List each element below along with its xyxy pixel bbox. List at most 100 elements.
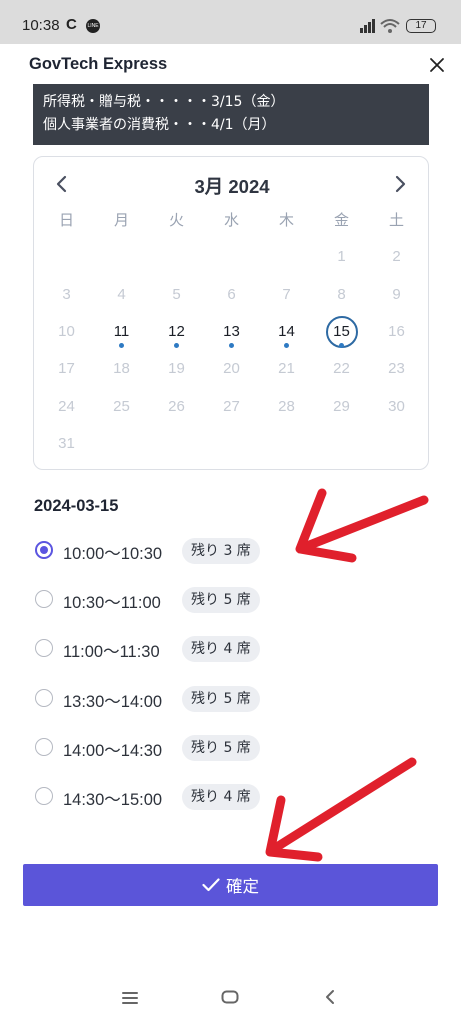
calendar-day-number: 22	[333, 360, 350, 378]
calendar-day-number: 24	[58, 397, 75, 415]
check-icon	[202, 878, 220, 892]
status-bar: 10:38 C LINE 17	[0, 0, 461, 44]
availability-dot-icon	[119, 343, 124, 349]
calendar-month-title: 3月 2024	[194, 176, 270, 197]
calendar-day-number: 28	[278, 397, 295, 415]
radio-unchecked-icon[interactable]	[35, 688, 53, 707]
calendar-day: 31	[39, 425, 94, 462]
remaining-seats-badge: 残り 5 席	[182, 734, 260, 761]
calendar-day-number: 5	[172, 285, 181, 303]
calendar-day: 30	[369, 387, 424, 424]
calendar-day: 27	[204, 387, 259, 424]
remaining-seats-badge: 残り 5 席	[182, 587, 260, 614]
calendar-day: 16	[369, 313, 424, 350]
weekday-header: 月	[113, 211, 129, 230]
time-slot-label: 13:30〜14:00	[63, 692, 163, 711]
weekday-header: 水	[223, 211, 239, 230]
calendar-day-number: 14	[278, 323, 295, 341]
remaining-seats-badge: 残り 4 席	[182, 636, 260, 663]
time-slot-label: 10:30〜11:00	[63, 594, 161, 613]
availability-dot-icon	[229, 343, 234, 349]
time-slot-label: 14:00〜14:30	[63, 741, 163, 760]
calendar-day: 20	[204, 350, 259, 387]
system-nav-bar	[0, 972, 461, 1024]
time-slot-option[interactable]: 13:30〜14:00 残り 5 席	[34, 684, 294, 714]
calendar-day-number: 30	[388, 397, 405, 415]
calendar-grid: 日月火水木金土 1 2 3 4 5 6 7 8 9 10 11 12 13 14 15 16 17 18 19 20 21…	[39, 201, 425, 462]
calendar-day-number: 21	[278, 360, 295, 378]
calendar-day: 8	[314, 276, 369, 313]
calendar-day: 28	[259, 387, 314, 424]
calendar-day-number: 11	[113, 323, 130, 341]
calendar-day-number: 13	[223, 323, 240, 341]
calendar-day: 18	[94, 350, 149, 387]
time-slot-option[interactable]: 11:00〜11:30 残り 4 席	[34, 634, 294, 664]
calendar-day-number: 4	[117, 285, 126, 303]
calendar-day-number: 12	[168, 323, 185, 341]
calendar-day-selected[interactable]: 15	[314, 313, 369, 350]
calendar: 3月 2024 日月火水木金土 1 2 3 4 5 6 7 8 9 10 11 12 13 14 15 16 17…	[33, 156, 429, 470]
calendar-day[interactable]: 14	[259, 313, 314, 350]
calendar-day[interactable]: 11	[94, 313, 149, 350]
calendar-day-number: 9	[392, 285, 401, 303]
signal-icon	[360, 19, 375, 33]
calendar-day-number: 8	[337, 285, 346, 303]
time-slot-option[interactable]: 10:00〜10:30 残り 3 席	[34, 536, 294, 566]
chevron-right-icon[interactable]	[392, 173, 408, 195]
weekday-header: 日	[58, 211, 74, 230]
calendar-blank	[204, 238, 259, 275]
line-app-icon: LINE	[86, 19, 100, 33]
calendar-day: 6	[204, 276, 259, 313]
calendar-day: 24	[39, 387, 94, 424]
calendar-day: 7	[259, 276, 314, 313]
radio-unchecked-icon[interactable]	[35, 590, 53, 609]
recent-apps-icon[interactable]	[122, 992, 138, 1004]
calendar-day-number: 29	[333, 397, 350, 415]
weekday-header: 金	[333, 211, 349, 230]
selected-date-label: 2024-03-15	[34, 497, 119, 515]
notice-line: 所得税・贈与税・・・・・3/15（金）	[43, 94, 285, 110]
calendar-day-number: 23	[388, 360, 405, 378]
radio-unchecked-icon[interactable]	[35, 639, 53, 658]
availability-dot-icon	[174, 343, 179, 349]
home-icon[interactable]	[221, 990, 239, 1004]
calendar-day[interactable]: 12	[149, 313, 204, 350]
calendar-day: 17	[39, 350, 94, 387]
time-slot-option[interactable]: 14:30〜15:00 残り 4 席	[34, 782, 294, 812]
calendar-blank	[94, 238, 149, 275]
calendar-day: 29	[314, 387, 369, 424]
calendar-day: 5	[149, 276, 204, 313]
battery-icon: 17	[406, 19, 436, 33]
calendar-day: 21	[259, 350, 314, 387]
calendar-day-number: 16	[388, 323, 405, 341]
calendar-day: 23	[369, 350, 424, 387]
radio-checked-icon[interactable]	[35, 541, 53, 559]
calendar-day-number: 18	[113, 360, 130, 378]
back-icon[interactable]	[325, 989, 335, 1005]
deadline-notice: 所得税・贈与税・・・・・3/15（金） 個人事業者の消費税・・・4/1（月）	[33, 84, 429, 145]
time-slot-option[interactable]: 14:00〜14:30 残り 5 席	[34, 733, 294, 763]
calendar-blank	[39, 238, 94, 275]
calendar-day-number: 20	[223, 360, 240, 378]
calendar-day: 2	[369, 238, 424, 275]
calendar-day[interactable]: 13	[204, 313, 259, 350]
close-icon[interactable]	[428, 56, 446, 74]
weekday-header: 木	[278, 211, 294, 230]
radio-unchecked-icon[interactable]	[35, 737, 53, 756]
calendar-day-number: 27	[223, 397, 240, 415]
wifi-icon	[380, 19, 400, 33]
calendar-blank	[259, 238, 314, 275]
remaining-seats-badge: 残り 5 席	[182, 685, 260, 712]
app-screen: 10:38 C LINE 17 GovTech Express 所得税・贈与税・…	[0, 0, 461, 1024]
app-title: GovTech Express	[29, 55, 168, 73]
time-slot-option[interactable]: 10:30〜11:00 残り 5 席	[34, 585, 294, 615]
calendar-day: 9	[369, 276, 424, 313]
calendar-day-number: 31	[58, 434, 75, 452]
radio-unchecked-icon[interactable]	[35, 787, 53, 805]
weekday-header: 火	[168, 211, 184, 230]
calendar-day: 25	[94, 387, 149, 424]
calendar-day-number: 25	[113, 397, 130, 415]
confirm-button[interactable]: 確定	[23, 864, 438, 906]
calendar-blank	[149, 238, 204, 275]
time-slot-label: 10:00〜10:30	[63, 545, 163, 563]
